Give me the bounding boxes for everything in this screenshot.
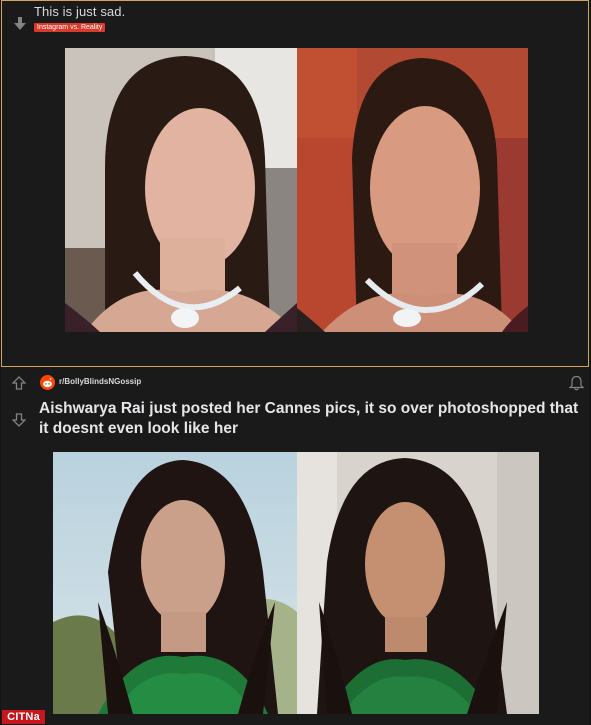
post-title[interactable]: Aishwarya Rai just posted her Cannes pic… — [39, 399, 579, 439]
subreddit-name[interactable]: r/BollyBlindsNGossip — [59, 377, 141, 386]
post-card-top: This is just sad. Instagram vs. Reality — [1, 0, 589, 367]
post-image-left[interactable] — [53, 452, 297, 714]
post-card-bottom: r/BollyBlindsNGossip Aishwarya Rai just … — [1, 367, 589, 725]
post-flair[interactable]: Instagram vs. Reality — [34, 23, 106, 32]
downvote-arrow-icon[interactable] — [14, 17, 26, 31]
notification-bell-icon[interactable] — [569, 375, 584, 391]
subreddit-avatar-icon[interactable] — [40, 375, 55, 390]
post-title[interactable]: This is just sad. — [34, 4, 125, 19]
watermark-logo: CITNa — [2, 710, 45, 724]
downvote-arrow-icon[interactable] — [12, 413, 26, 427]
post-image-right[interactable] — [297, 452, 539, 714]
post-image-left[interactable] — [65, 48, 297, 332]
upvote-arrow-icon[interactable] — [12, 376, 26, 390]
post-image-right[interactable] — [297, 48, 528, 332]
